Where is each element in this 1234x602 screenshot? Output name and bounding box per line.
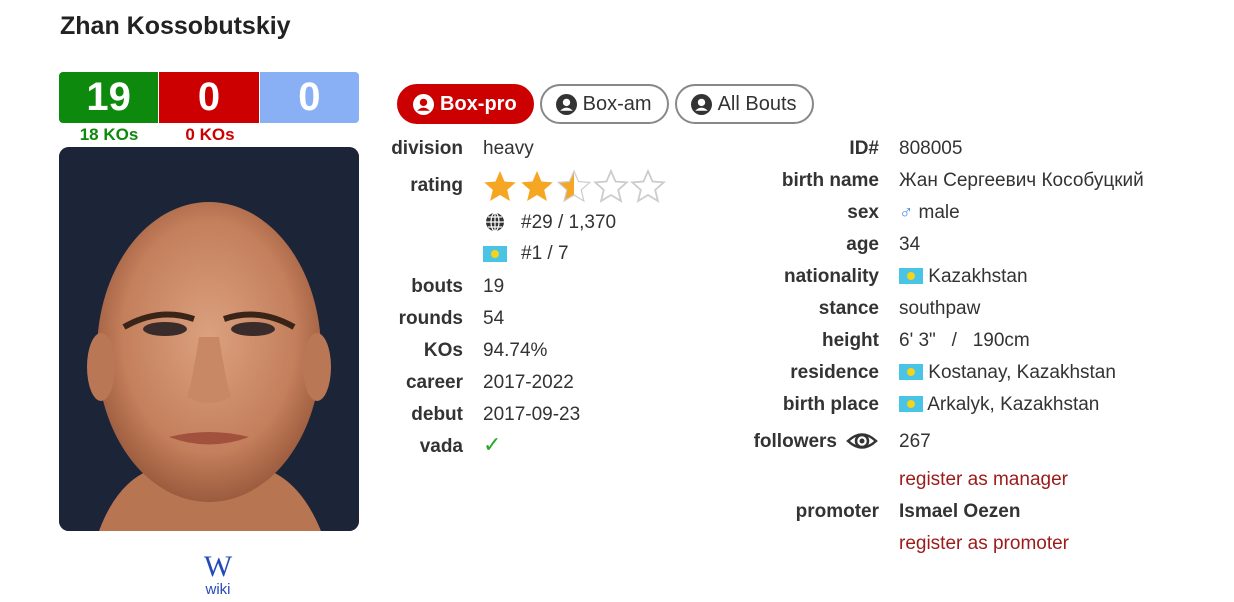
tab-label: Box-am [582, 92, 652, 115]
record-tabs: Box-pro Box-am All Bouts [397, 84, 814, 124]
followers-value: 267 [899, 431, 931, 452]
country-rank: #1 / 7 [521, 243, 569, 264]
rating-label: rating [410, 175, 463, 196]
height-value: 6' 3" / 190cm [899, 330, 1030, 351]
nationality-label: nationality [783, 266, 879, 287]
vada-label: vada [419, 436, 463, 457]
division-value: heavy [483, 138, 534, 159]
user-circle-icon [555, 93, 577, 115]
globe-icon [486, 212, 504, 232]
tab-label: Box-pro [440, 92, 517, 115]
stance-value: southpaw [899, 298, 981, 319]
boxer-name: Zhan Kossobutskiy [60, 12, 291, 40]
bouts-label: bouts [411, 276, 463, 297]
vada-check-icon: ✓ [483, 432, 502, 457]
boxer-photo [59, 147, 359, 531]
wins-count: 19 [59, 72, 159, 123]
id-label: ID# [849, 138, 879, 159]
register-manager-link[interactable]: register as manager [899, 469, 1068, 491]
kos-label: KOs [423, 340, 463, 361]
tab-box-am[interactable]: Box-am [539, 84, 669, 124]
user-circle-icon [690, 93, 712, 115]
world-rank: #29 / 1,370 [521, 212, 617, 233]
wiki-link[interactable]: W wiki [200, 550, 236, 599]
birth-place-text: Arkalyk, Kazakhstan [927, 394, 1100, 415]
tab-box-pro[interactable]: Box-pro [397, 84, 534, 124]
height-label: height [822, 330, 879, 351]
residence-label: residence [790, 362, 879, 383]
tab-label: All Bouts [717, 92, 797, 115]
star-half-icon [556, 169, 592, 203]
wins-kos: 18 KOs [79, 125, 139, 144]
star-empty-icon [630, 168, 666, 203]
age-label: age [846, 234, 879, 255]
career-label: career [405, 372, 463, 393]
star-full-icon [521, 171, 553, 201]
record-bar: 19 0 0 [59, 72, 359, 123]
stance-label: stance [818, 298, 879, 319]
residence-value: Kostanay, Kazakhstan [899, 362, 1116, 384]
debut-value: 2017-09-23 [483, 404, 581, 425]
residence-text: Kostanay, Kazakhstan [928, 362, 1116, 383]
kazakhstan-flag-icon [483, 246, 507, 262]
eye-icon[interactable] [846, 428, 878, 454]
birth-name-label: birth name [781, 170, 879, 191]
promoter-value[interactable]: Ismael Oezen [899, 501, 1020, 523]
register-promoter-link[interactable]: register as promoter [899, 533, 1069, 555]
birth-place-label: birth place [782, 394, 879, 415]
losses-count: 0 [158, 72, 260, 123]
debut-label: debut [411, 404, 463, 425]
user-circle-icon [413, 93, 434, 115]
wiki-label: wiki [205, 581, 231, 598]
tab-all-bouts[interactable]: All Bouts [674, 84, 814, 124]
male-icon: ♂ [899, 202, 914, 223]
birth-name-value: Жан Сергеевич Кособуцкий [899, 170, 1144, 191]
star-full-icon [484, 171, 516, 201]
bouts-value: 19 [483, 276, 505, 297]
career-value: 2017-2022 [483, 372, 574, 393]
draws-count: 0 [259, 72, 359, 123]
sex-text: male [918, 202, 960, 223]
id-value: 808005 [899, 138, 963, 159]
promoter-label: promoter [795, 501, 879, 522]
nationality-value: Kazakhstan [899, 266, 1028, 288]
wikipedia-icon: W [203, 550, 233, 583]
rounds-value: 54 [483, 308, 505, 329]
sex-value: ♂ male [899, 202, 960, 224]
losses-kos: 0 KOs [185, 125, 235, 144]
age-value: 34 [899, 234, 921, 255]
sex-label: sex [847, 202, 879, 223]
kos-value: 94.74% [483, 340, 548, 361]
star-empty-icon [593, 168, 629, 203]
kazakhstan-flag-icon [899, 396, 923, 412]
kazakhstan-flag-icon [899, 364, 923, 380]
division-label: division [391, 138, 463, 159]
rounds-label: rounds [398, 308, 463, 329]
kazakhstan-flag-icon [899, 268, 923, 284]
nationality-text: Kazakhstan [928, 266, 1028, 287]
birth-place-value: Arkalyk, Kazakhstan [899, 394, 1099, 416]
followers-label: followers [753, 431, 837, 452]
